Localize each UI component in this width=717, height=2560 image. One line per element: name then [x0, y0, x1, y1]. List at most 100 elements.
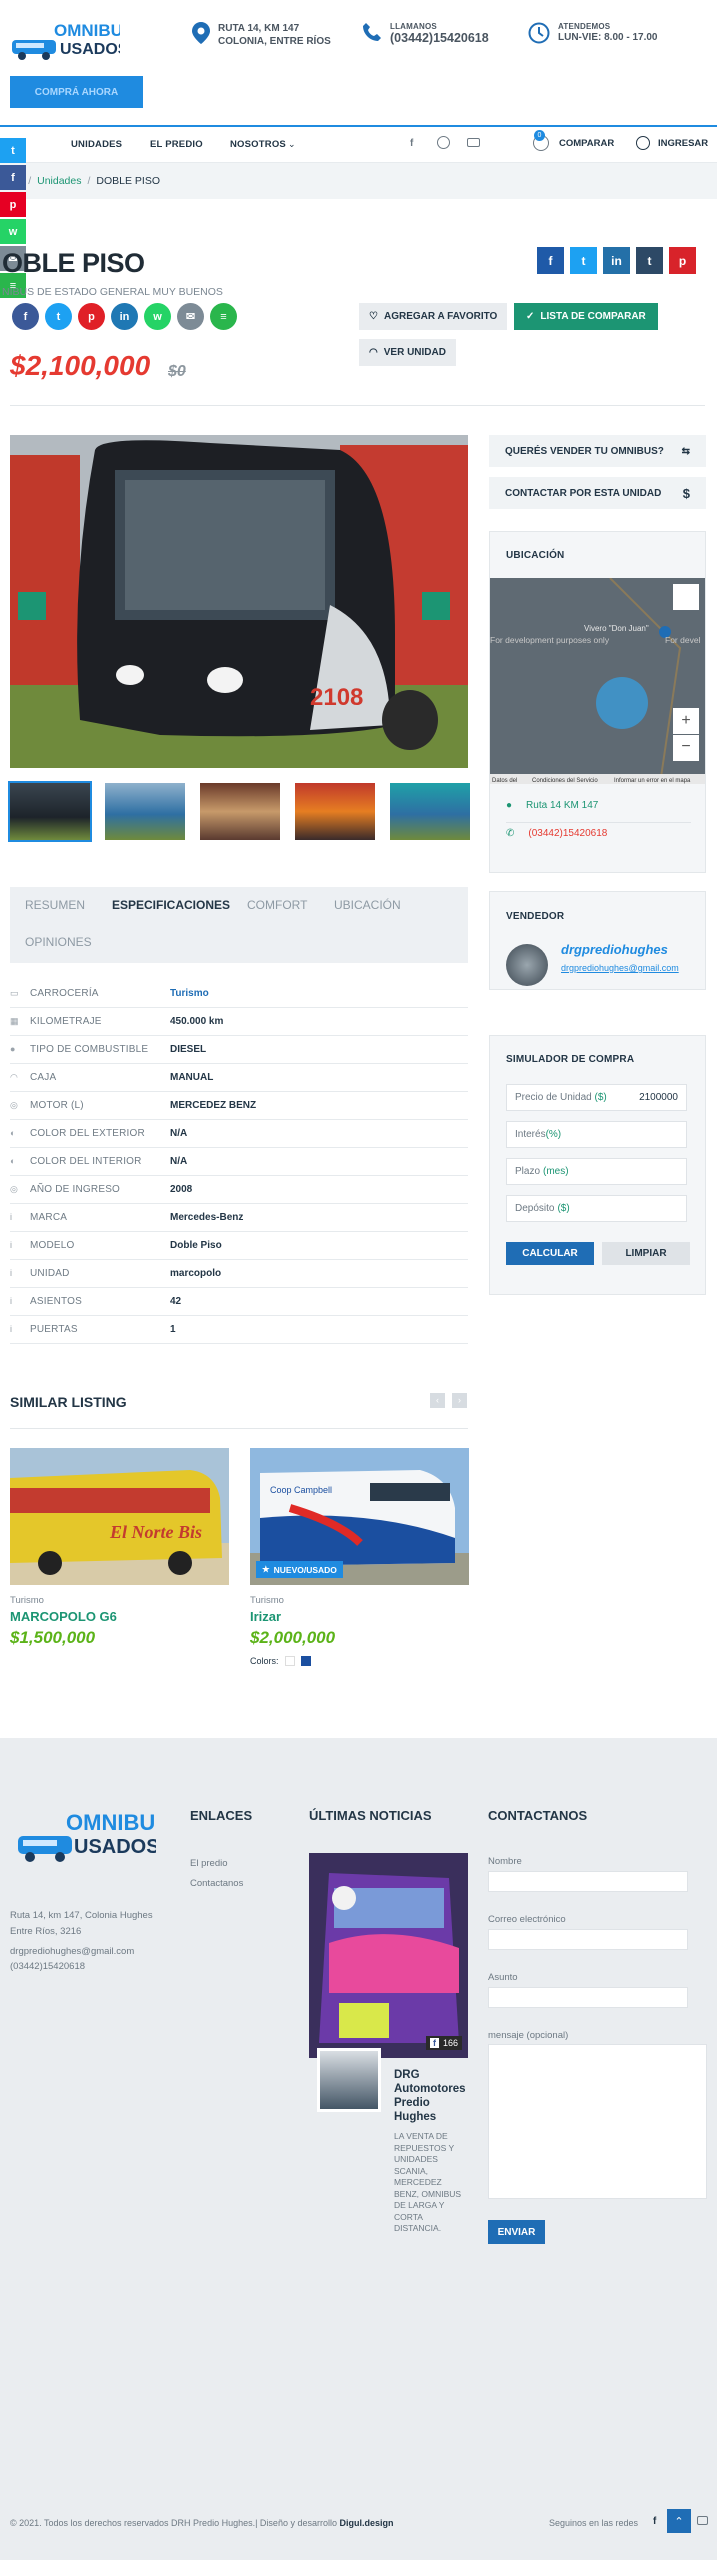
send-button[interactable]: ENVIAR — [488, 2220, 545, 2244]
compare-list-button[interactable]: ✓ LISTA DE COMPARAR — [514, 303, 658, 330]
zoom-in-button[interactable]: + — [673, 708, 699, 734]
facebook-share-icon[interactable]: f — [0, 165, 26, 190]
email-icon[interactable]: ✉ — [177, 303, 204, 330]
next-photo-button[interactable] — [422, 592, 450, 620]
svg-text:OMNIBUS: OMNIBUS — [66, 1810, 156, 1835]
similar-card-image[interactable]: El Norte Bis — [10, 1448, 229, 1585]
facebook-icon[interactable]: f — [653, 2516, 656, 2527]
twitter-share-icon[interactable]: t — [0, 138, 26, 163]
back-to-top-button[interactable]: ⌃ — [667, 2509, 691, 2533]
footer-phone[interactable]: (03442)15420618 — [10, 1959, 85, 1975]
similar-card[interactable]: El Norte Bis Turismo MARCOPOLO G6 $1,500… — [10, 1448, 229, 1648]
thumbnail[interactable] — [8, 781, 92, 842]
follow-label: Seguinos en las redes — [549, 2518, 639, 2528]
footer-link-contactanos[interactable]: Contactanos — [190, 1876, 243, 1892]
phone-icon: ✆ — [506, 828, 515, 839]
pinterest-icon[interactable]: p — [78, 303, 105, 330]
gauge-icon: ◠ — [369, 347, 378, 358]
share-icon[interactable]: ≡ — [210, 303, 237, 330]
footer-email[interactable]: drgprediohughes@gmail.com — [10, 1944, 134, 1960]
buy-now-button[interactable]: COMPRÁ AHORA — [10, 76, 143, 108]
seller-name[interactable]: drgprediohughes — [561, 942, 668, 957]
term-input[interactable]: Plazo (mes) — [506, 1158, 687, 1185]
linkedin-icon[interactable]: in — [603, 247, 630, 274]
compare-link[interactable]: 0 COMPARAR — [533, 130, 614, 151]
zoom-out-button[interactable]: − — [673, 735, 699, 761]
designer-link[interactable]: Digul.design — [339, 2518, 393, 2528]
header-phone[interactable]: LLAMANOS (03442)15420618 — [362, 22, 489, 45]
nav-item-el-predio[interactable]: EL PREDIO — [150, 139, 203, 150]
seller-email[interactable]: drgprediohughes@gmail.com — [561, 963, 679, 973]
facebook-icon[interactable]: f — [12, 303, 39, 330]
view-unit-button[interactable]: ◠ VER UNIDAD — [359, 339, 456, 366]
site-header: OMNIBUS USADOS RUTA 14, KM 147COLONIA, E… — [0, 0, 717, 125]
main-photo[interactable]: 2108 — [10, 435, 468, 768]
email-label: Correo electrónico — [488, 1914, 566, 1925]
previous-photo-button[interactable] — [18, 592, 46, 620]
contact-unit-button[interactable]: CONTACTAR POR ESTA UNIDAD $ — [489, 477, 706, 509]
email-field[interactable] — [488, 1929, 688, 1950]
tab-especificaciones[interactable]: ESPECIFICACIONES — [112, 898, 230, 912]
spec-row: i ASIENTOS 42 — [10, 1288, 468, 1316]
youtube-icon[interactable] — [467, 138, 480, 147]
unit-price-input[interactable]: Precio de Unidad ($) 2100000 — [506, 1084, 687, 1111]
breadcrumb-unidades[interactable]: Unidades — [37, 175, 81, 187]
facebook-icon[interactable]: f — [537, 247, 564, 274]
footer-link-predio[interactable]: El predio — [190, 1856, 228, 1872]
fullscreen-button[interactable] — [673, 584, 699, 610]
news-counter: f 166 — [425, 2036, 462, 2050]
compare-count-badge: 0 — [534, 130, 545, 141]
news-avatar — [317, 2048, 381, 2112]
message-textarea[interactable] — [488, 2044, 707, 2199]
next-arrow-icon[interactable]: › — [452, 1393, 467, 1408]
svg-text:Coop Campbell: Coop Campbell — [270, 1485, 332, 1495]
deposit-input[interactable]: Depósito ($) — [506, 1195, 687, 1222]
pinterest-share-icon[interactable]: p — [0, 192, 26, 217]
info-icon: i — [10, 1296, 13, 1306]
similar-card-image[interactable]: Coop Campbell ★ NUEVO/USADO — [250, 1448, 469, 1585]
tab-ubicacion[interactable]: UBICACIÓN — [334, 898, 401, 912]
twitter-icon[interactable]: t — [570, 247, 597, 274]
interest-input[interactable]: Interés (%) — [506, 1121, 687, 1148]
card-colors: Colors: — [250, 1656, 469, 1666]
news-author[interactable]: DRG Automotores Predio Hughes — [394, 2068, 466, 2124]
site-logo[interactable]: OMNIBUS USADOS — [10, 18, 134, 66]
add-favorite-button[interactable]: ♡ AGREGAR A FAVORITO — [359, 303, 508, 330]
calculate-button[interactable]: CALCULAR — [506, 1242, 594, 1265]
nav-item-unidades[interactable]: UNIDADES — [71, 139, 122, 150]
whatsapp-icon[interactable]: w — [144, 303, 171, 330]
nav-item-nosotros[interactable]: NOSOTROS — [230, 139, 286, 150]
login-link[interactable]: INGRESAR — [636, 136, 708, 150]
sell-your-bus-button[interactable]: QUERÉS VENDER TU OMNIBUS? ⇆ — [489, 435, 706, 467]
location-phone[interactable]: ✆ (03442)15420618 — [506, 828, 607, 839]
card-title[interactable]: MARCOPOLO G6 — [10, 1609, 229, 1624]
news-image[interactable]: f 166 — [309, 1853, 468, 2058]
tab-opiniones[interactable]: OPINIONES — [25, 935, 92, 949]
whatsapp-icon[interactable] — [437, 136, 450, 149]
youtube-icon[interactable] — [697, 2516, 708, 2525]
linkedin-icon[interactable]: in — [111, 303, 138, 330]
message-label: mensaje (opcional) — [488, 2030, 569, 2041]
thumbnail[interactable] — [105, 783, 185, 840]
clear-button[interactable]: LIMPIAR — [602, 1242, 690, 1265]
tumblr-icon[interactable]: t — [636, 247, 663, 274]
thumbnail[interactable] — [295, 783, 375, 840]
name-field[interactable] — [488, 1871, 688, 1892]
pinterest-icon[interactable]: p — [669, 247, 696, 274]
facebook-icon[interactable]: f — [410, 138, 413, 149]
user-icon — [636, 136, 650, 150]
subject-field[interactable] — [488, 1987, 688, 2008]
card-title[interactable]: Irizar — [250, 1609, 469, 1624]
thumbnail[interactable] — [200, 783, 280, 840]
login-label: INGRESAR — [658, 137, 709, 149]
tab-comfort[interactable]: COMFORT — [247, 898, 307, 912]
twitter-icon[interactable]: t — [45, 303, 72, 330]
previous-arrow-icon[interactable]: ‹ — [430, 1393, 445, 1408]
map[interactable]: Vivero "Don Juan" For development purpos… — [490, 578, 705, 784]
footer-logo[interactable]: OMNIBUS USADOS — [16, 1808, 170, 1873]
whatsapp-share-icon[interactable]: w — [0, 219, 26, 244]
similar-card[interactable]: Coop Campbell ★ NUEVO/USADO Turismo Iriza… — [250, 1448, 469, 1666]
thumbnail[interactable] — [390, 783, 470, 840]
tab-resumen[interactable]: RESUMEN — [25, 898, 85, 912]
links-title: ENLACES — [190, 1808, 253, 1823]
